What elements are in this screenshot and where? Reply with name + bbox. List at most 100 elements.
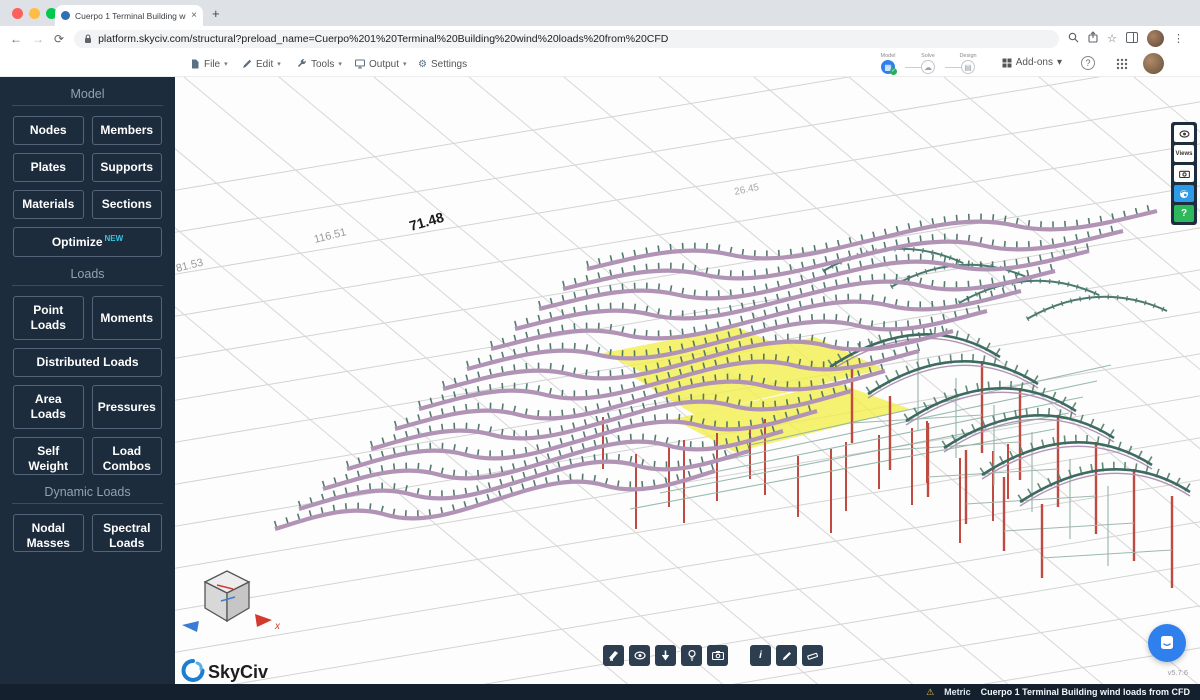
logo-text: SkyCiv (208, 662, 268, 682)
toolbar-spacer (733, 645, 745, 666)
screenshot-button[interactable] (707, 645, 728, 666)
wrench-icon (297, 59, 307, 69)
status-bar: ⚠ Metric Cuerpo 1 Terminal Building wind… (0, 684, 1200, 700)
section-title-dynamic-loads: Dynamic Loads (0, 485, 175, 499)
model-step-icon: ▦✓ (881, 60, 895, 74)
optimize-button[interactable]: OptimizeNEW (13, 227, 162, 257)
new-badge: NEW (105, 234, 124, 243)
point-loads-button[interactable]: Point Loads (13, 296, 84, 340)
browser-url-bar: ← → ⟳ platform.skyciv.com/structural?pre… (0, 26, 1200, 51)
window-minimize-button[interactable] (29, 8, 40, 19)
browser-menu-icon[interactable]: ⋮ (1173, 32, 1184, 45)
chat-icon (1158, 634, 1176, 652)
new-tab-button[interactable]: + (212, 6, 220, 21)
apps-grid-icon[interactable] (1116, 57, 1128, 75)
nodes-button[interactable]: Nodes (13, 116, 84, 145)
spectral-loads-button[interactable]: Spectral Loads (92, 514, 163, 552)
menu-output[interactable]: Output▾ (355, 51, 407, 77)
omnibox[interactable]: platform.skyciv.com/structural?preload_n… (74, 30, 1059, 48)
menu-edit[interactable]: Edit▾ (242, 51, 281, 77)
section-title-loads: Loads (0, 267, 175, 281)
visibility-settings-button[interactable] (1174, 125, 1194, 142)
moments-button[interactable]: Moments (92, 296, 163, 340)
members-button[interactable]: Members (92, 116, 163, 145)
sidebar: Model Nodes Members Plates Supports Mate… (0, 77, 175, 684)
version-label: v5.7.6 (1168, 668, 1188, 677)
side-panel-icon[interactable] (1126, 32, 1138, 46)
browser-tab-bar: Cuerpo 1 Terminal Building win × + (0, 0, 1200, 26)
chat-widget-button[interactable] (1148, 624, 1186, 662)
renderer-button[interactable] (1174, 185, 1194, 202)
gear-icon: ⚙ (418, 59, 427, 70)
render-mode-button[interactable] (603, 645, 624, 666)
info-button[interactable]: i (750, 645, 771, 666)
dim-label: 116.51 (313, 226, 348, 246)
menu-tools[interactable]: Tools▾ (297, 51, 342, 77)
workflow-stepper: Model ▦✓ Solve ☁ Design ▤ (871, 53, 985, 74)
materials-button[interactable]: Materials (13, 190, 84, 219)
project-name: Cuerpo 1 Terminal Building wind loads fr… (981, 687, 1190, 697)
measure-button[interactable] (802, 645, 823, 666)
tab-close-icon[interactable]: × (191, 10, 197, 21)
browser-tab[interactable]: Cuerpo 1 Terminal Building win × (55, 5, 203, 26)
sections-button[interactable]: Sections (92, 190, 163, 219)
forward-icon[interactable]: → (32, 32, 44, 46)
select-tool-button[interactable] (655, 645, 676, 666)
help-button[interactable]: ? (1081, 56, 1095, 70)
section-title-model: Model (0, 87, 175, 101)
window-close-button[interactable] (12, 8, 23, 19)
lock-icon (84, 34, 92, 44)
divider (12, 503, 163, 504)
axis-x-arrow[interactable] (255, 614, 272, 627)
user-avatar[interactable] (1143, 53, 1164, 74)
bookmark-star-icon[interactable]: ☆ (1107, 32, 1117, 45)
self-weight-button[interactable]: Self Weight (13, 437, 84, 475)
browser-profile-avatar[interactable] (1147, 30, 1164, 47)
visibility-button[interactable] (629, 645, 650, 666)
workflow-step-model[interactable]: Model ▦✓ (871, 53, 905, 74)
annotate-button[interactable] (776, 645, 797, 666)
file-icon (190, 59, 200, 69)
units-indicator[interactable]: Metric (944, 687, 971, 697)
viewport-toolbar: i (603, 645, 823, 666)
warning-icon[interactable]: ⚠ (926, 687, 934, 698)
render-help-button[interactable]: ? (1174, 205, 1194, 222)
workflow-step-design[interactable]: Design ▤ (951, 53, 985, 74)
snapshot-button[interactable] (1174, 165, 1194, 182)
plates-button[interactable]: Plates (13, 153, 84, 182)
tab-title: Cuerpo 1 Terminal Building win (75, 11, 186, 21)
views-button[interactable]: Views (1174, 145, 1194, 162)
search-icon[interactable] (1068, 32, 1079, 46)
axis-z-arrow[interactable] (182, 621, 199, 632)
dimension-labels: 81.53 116.51 71.48 26.45 (175, 182, 761, 275)
load-combos-button[interactable]: Load Combos (92, 437, 163, 475)
solve-step-icon: ☁ (921, 60, 935, 74)
design-step-icon: ▤ (961, 60, 975, 74)
skyciv-logo: SkyCiv (184, 661, 269, 682)
axis-x-label: x (274, 621, 281, 632)
reload-icon[interactable]: ⟳ (54, 32, 64, 46)
optimize-label: Optimize (52, 235, 103, 249)
menu-settings[interactable]: ⚙ Settings (418, 51, 467, 77)
menu-file[interactable]: File▾ (190, 51, 228, 77)
nodal-masses-button[interactable]: Nodal Masses (13, 514, 84, 552)
navigation-cube[interactable]: x (182, 571, 281, 632)
pencil-icon (242, 59, 252, 69)
area-loads-button[interactable]: Area Loads (13, 385, 84, 429)
structural-model-canvas[interactable]: 81.53 116.51 71.48 26.45 x SkyCiv (175, 77, 1200, 684)
divider (12, 105, 163, 106)
back-icon[interactable]: ← (10, 32, 22, 46)
supports-button[interactable]: Supports (92, 153, 163, 182)
distributed-loads-button[interactable]: Distributed Loads (13, 348, 162, 377)
addons-grid-icon (1002, 58, 1012, 68)
url-text: platform.skyciv.com/structural?preload_n… (98, 33, 668, 45)
ideas-button[interactable] (681, 645, 702, 666)
share-icon[interactable] (1088, 31, 1098, 46)
app-menubar: File▾ Edit▾ Tools▾ Output▾ ⚙ Settings Mo… (0, 51, 1200, 77)
divider (12, 285, 163, 286)
monitor-icon (355, 59, 365, 69)
workflow-step-solve[interactable]: Solve ☁ (911, 53, 945, 74)
pressures-button[interactable]: Pressures (92, 385, 163, 429)
addons-menu[interactable]: Add-ons▾ (1002, 57, 1062, 68)
favicon (61, 11, 70, 20)
